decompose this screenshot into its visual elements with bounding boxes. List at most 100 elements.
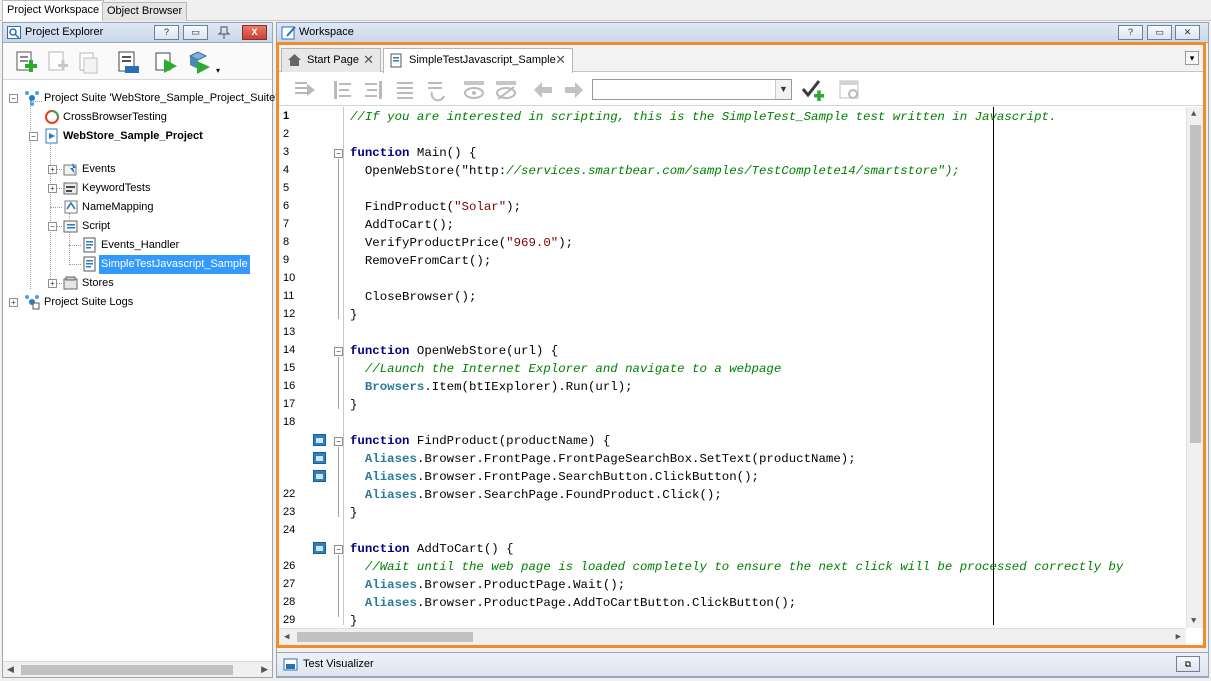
code-line[interactable]: function OpenWebStore(url) {	[350, 342, 558, 360]
code-line[interactable]: }	[350, 504, 357, 522]
fold-toggle-icon[interactable]: −	[334, 437, 343, 446]
line-number: 10	[283, 272, 296, 284]
close-panel-button[interactable]: X	[242, 25, 267, 40]
explorer-horizontal-scrollbar[interactable]: ◀ ▶	[3, 661, 272, 677]
hide-images-icon[interactable]	[494, 78, 518, 102]
code-line[interactable]: Browsers.Item(btIExplorer).Run(url);	[350, 378, 633, 396]
show-images-icon[interactable]	[462, 78, 486, 102]
code-line[interactable]: Aliases.Browser.ProductPage.AddToCartBut…	[350, 594, 796, 612]
run-dropdown-icon[interactable]: ▾	[216, 66, 220, 75]
code-line[interactable]: AddToCart();	[350, 216, 454, 234]
fold-toggle-icon[interactable]: −	[334, 347, 343, 356]
tab-object-browser[interactable]: Object Browser	[102, 2, 188, 21]
test-visualizer-bar[interactable]: Test Visualizer ⧉	[276, 652, 1209, 677]
pin-icon[interactable]	[218, 26, 230, 40]
add-checkpoint-icon[interactable]	[801, 78, 825, 102]
code-line[interactable]: Aliases.Browser.FrontPage.SearchButton.C…	[350, 468, 759, 486]
tab-list-dropdown-icon[interactable]: ▾	[1185, 51, 1199, 65]
collapse-icon[interactable]: −	[9, 94, 18, 103]
code-line[interactable]: Aliases.Browser.SearchPage.FoundProduct.…	[350, 486, 722, 504]
tab-simpletest-script[interactable]: SimpleTestJavascript_Sample ✕	[383, 48, 573, 73]
run-item-icon[interactable]	[153, 50, 179, 76]
fold-toggle-icon[interactable]: −	[334, 545, 343, 554]
code-vertical-scrollbar[interactable]: ▲ ▼	[1186, 107, 1203, 628]
code-line[interactable]: FindProduct("Solar");	[350, 198, 521, 216]
image-marker-icon[interactable]	[313, 434, 326, 446]
uncomment-block-icon[interactable]	[424, 78, 448, 102]
code-line[interactable]: VerifyProductPrice("969.0");	[350, 234, 573, 252]
tab-project-workspace[interactable]: Project Workspace	[2, 0, 105, 21]
tree-item-stores[interactable]: + Stores	[3, 274, 273, 293]
scroll-right-icon[interactable]: ▶	[1176, 632, 1181, 642]
scroll-right-icon[interactable]: ▶	[261, 664, 268, 675]
expand-icon[interactable]: +	[48, 184, 57, 193]
code-line[interactable]: OpenWebStore("http://services.smartbear.…	[350, 162, 960, 180]
close-tab-icon[interactable]: ✕	[363, 49, 374, 71]
tree-item-script[interactable]: − Script	[3, 217, 273, 236]
tree-item-events-handler[interactable]: Events_Handler	[3, 236, 273, 255]
collapse-icon[interactable]: −	[29, 132, 38, 141]
add-existing-item-icon[interactable]	[45, 50, 71, 76]
code-editor[interactable]: 1 //If you are interested in scripting, t…	[279, 107, 1203, 645]
scroll-thumb[interactable]	[21, 665, 233, 675]
tree-item-keywordtests[interactable]: + KeywordTests	[3, 179, 273, 198]
expand-icon[interactable]: +	[9, 298, 18, 307]
navigate-forward-icon[interactable]	[562, 78, 586, 102]
tree-item-crossbrowsertesting[interactable]: CrossBrowserTesting	[3, 108, 273, 127]
scroll-thumb[interactable]	[1190, 125, 1201, 443]
tree-item-project-suite[interactable]: − Project Suite 'WebStore_Sample_Project…	[3, 89, 277, 108]
test-visualizer-icon	[283, 658, 298, 671]
close-tab-icon[interactable]: ✕	[555, 49, 566, 71]
routine-selector[interactable]: ▼	[592, 79, 792, 100]
close-workspace-button[interactable]: ✕	[1175, 25, 1200, 40]
scroll-left-icon[interactable]: ◀	[7, 664, 14, 675]
fold-toggle-icon[interactable]: −	[334, 149, 343, 158]
scroll-thumb[interactable]	[297, 632, 473, 642]
code-line[interactable]: //Wait until the web page is loaded comp…	[350, 558, 1123, 576]
help-button[interactable]: ?	[154, 25, 179, 40]
code-line[interactable]: CloseBrowser();	[350, 288, 477, 306]
code-line[interactable]: }	[350, 306, 357, 324]
chevron-down-icon[interactable]: ▼	[775, 80, 791, 99]
code-line[interactable]: //If you are interested in scripting, th…	[350, 108, 1056, 126]
image-marker-icon[interactable]	[313, 542, 326, 554]
maximize-button[interactable]: ▭	[183, 25, 208, 40]
code-line[interactable]: }	[350, 396, 357, 414]
align-left-icon[interactable]	[331, 78, 355, 102]
run-project-icon[interactable]	[186, 50, 212, 76]
code-line[interactable]: RemoveFromCart();	[350, 252, 491, 270]
tree-item-namemapping[interactable]: NameMapping	[3, 198, 273, 217]
navigate-back-icon[interactable]	[531, 78, 555, 102]
code-line[interactable]: //Launch the Internet Explorer and navig…	[350, 360, 781, 378]
collapse-icon[interactable]: −	[48, 222, 57, 231]
properties-icon[interactable]	[115, 50, 141, 76]
scroll-left-icon[interactable]: ◀	[284, 632, 289, 642]
remove-item-icon[interactable]	[75, 50, 101, 76]
code-horizontal-scrollbar[interactable]: ◀ ▶	[279, 628, 1186, 645]
help-button[interactable]: ?	[1118, 25, 1143, 40]
code-line[interactable]: function AddToCart() {	[350, 540, 514, 558]
expand-icon[interactable]: +	[48, 279, 57, 288]
comment-block-icon[interactable]	[393, 78, 417, 102]
tab-start-page[interactable]: Start Page ✕	[281, 48, 381, 72]
code-line[interactable]: Aliases.Browser.ProductPage.Wait();	[350, 576, 625, 594]
maximize-button[interactable]: ▭	[1147, 25, 1172, 40]
tree-item-events[interactable]: + Events	[3, 160, 273, 179]
code-line[interactable]: function FindProduct(productName) {	[350, 432, 610, 450]
run-routine-icon[interactable]	[293, 78, 317, 102]
tree-item-project-suite-logs[interactable]: + Project Suite Logs	[3, 293, 273, 312]
workspace-header: Workspace ? ▭ ✕	[277, 23, 1208, 43]
align-right-icon[interactable]	[361, 78, 385, 102]
code-line[interactable]: function Main() {	[350, 144, 476, 162]
tree-item-simpletest-script[interactable]: SimpleTestJavascript_Sample	[3, 255, 273, 274]
tree-item-project[interactable]: − WebStore_Sample_Project	[3, 127, 273, 146]
expand-icon[interactable]: +	[48, 165, 57, 174]
settings-icon[interactable]	[838, 78, 862, 102]
scroll-up-icon[interactable]: ▲	[1191, 109, 1196, 119]
restore-panel-icon[interactable]: ⧉	[1176, 656, 1200, 672]
image-marker-icon[interactable]	[313, 470, 326, 482]
scroll-down-icon[interactable]: ▼	[1191, 616, 1196, 626]
add-new-item-icon[interactable]	[13, 50, 39, 76]
image-marker-icon[interactable]	[313, 452, 326, 464]
code-line[interactable]: Aliases.Browser.FrontPage.FrontPageSearc…	[350, 450, 856, 468]
